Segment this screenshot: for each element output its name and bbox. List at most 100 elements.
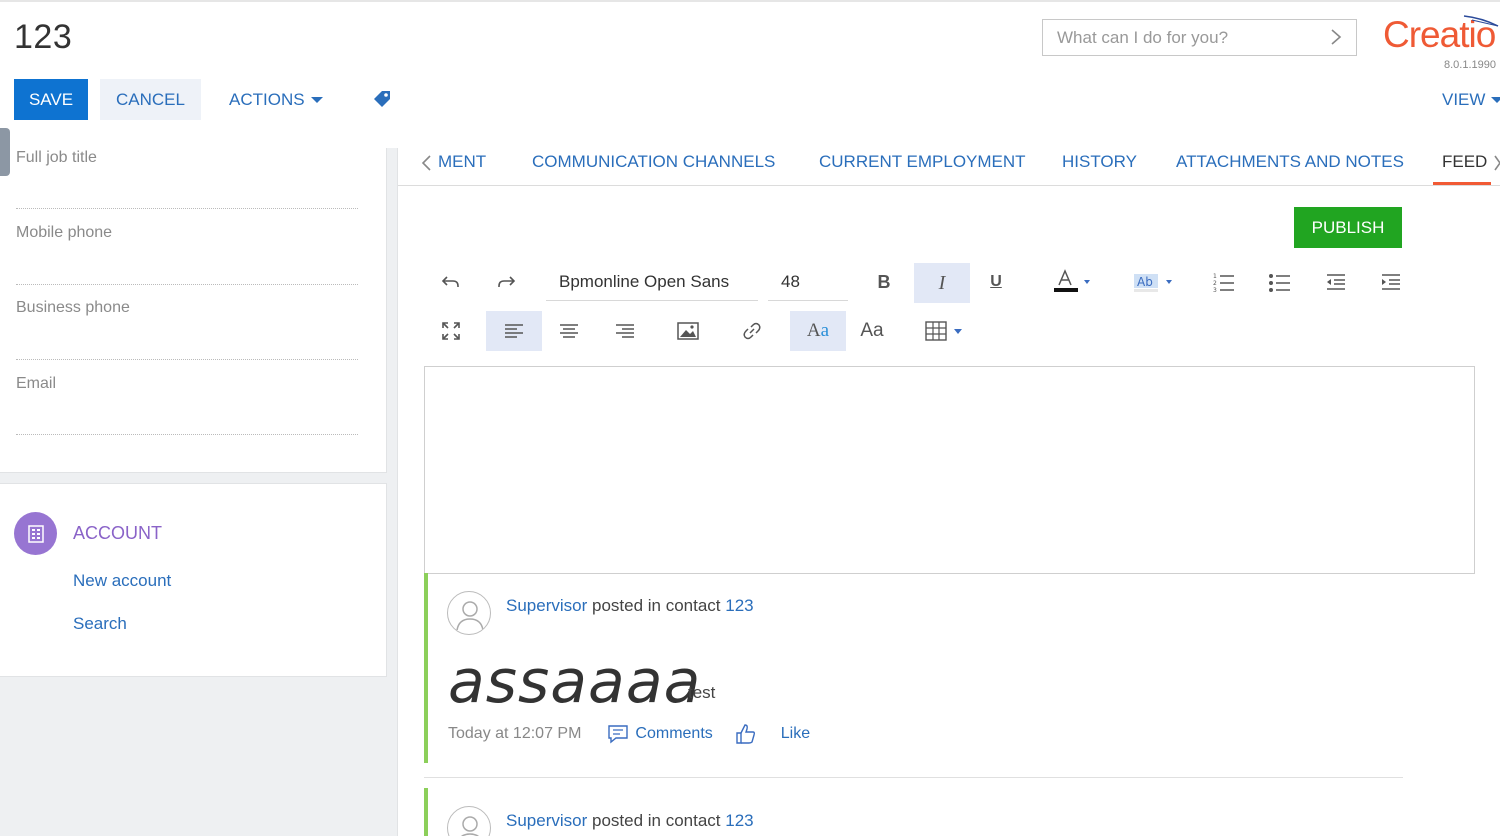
numbered-list-icon: 123: [1213, 273, 1234, 292]
like-link[interactable]: Like: [781, 725, 810, 743]
svg-text:2: 2: [1213, 280, 1217, 287]
contact-link[interactable]: 123: [725, 596, 753, 615]
cancel-button[interactable]: CANCEL: [100, 79, 201, 120]
search-input[interactable]: [1043, 20, 1313, 55]
underline-icon: U: [990, 273, 1002, 290]
save-button[interactable]: SAVE: [14, 79, 88, 120]
font-family-select[interactable]: Bpmonline Open Sans: [546, 263, 758, 301]
post-action: posted in contact: [592, 596, 721, 615]
business-phone-input[interactable]: [16, 359, 358, 360]
publish-button[interactable]: PUBLISH: [1294, 207, 1402, 248]
highlight-color-button[interactable]: Ab: [1122, 262, 1178, 302]
user-avatar-icon: [456, 601, 484, 631]
undo-icon: [441, 276, 459, 287]
insert-link-button[interactable]: [724, 311, 780, 351]
logo-swoosh-icon: [1463, 15, 1499, 27]
tab-current-employment[interactable]: CURRENT EMPLOYMENT: [819, 152, 1026, 172]
thumbs-up-icon[interactable]: [735, 723, 757, 745]
svg-text:3: 3: [1213, 287, 1217, 292]
chevron-right-icon[interactable]: [1494, 154, 1500, 172]
post-small-text: test: [688, 683, 716, 702]
search-account-link[interactable]: Search: [73, 614, 127, 634]
active-tab-indicator: [1433, 182, 1491, 185]
command-search-box[interactable]: [1042, 19, 1357, 56]
field-label-mobile-phone: Mobile phone: [16, 224, 113, 241]
view-label: VIEW: [1442, 89, 1486, 109]
clear-format-button[interactable]: Aa: [844, 311, 900, 351]
building-icon: [27, 524, 44, 543]
align-left-button[interactable]: [486, 311, 542, 351]
italic-icon: I: [938, 271, 946, 294]
align-center-button[interactable]: [541, 311, 597, 351]
bullet-list-icon: [1269, 274, 1290, 292]
insert-image-button[interactable]: [660, 311, 716, 351]
redo-icon: [498, 276, 516, 287]
numbered-list-button[interactable]: 123: [1196, 262, 1252, 302]
tab-communication-channels[interactable]: COMMUNICATION CHANNELS: [532, 152, 775, 172]
feed-post: Supervisor posted in contact 123 assaaaa…: [424, 573, 1403, 763]
author-link[interactable]: Supervisor: [506, 811, 587, 830]
contact-fields-card: Full job title Mobile phone Business pho…: [0, 148, 387, 473]
align-center-icon: [560, 324, 578, 338]
top-border: [0, 0, 1500, 2]
post-editor[interactable]: [424, 366, 1475, 574]
font-size-select[interactable]: 48: [768, 263, 848, 301]
account-card: ACCOUNT New account Search: [0, 483, 387, 677]
contact-link[interactable]: 123: [725, 811, 753, 830]
insert-table-button[interactable]: [918, 311, 974, 351]
bold-button[interactable]: B: [856, 262, 912, 302]
actions-button[interactable]: ACTIONS: [229, 79, 323, 120]
svg-text:1: 1: [1213, 273, 1217, 280]
align-left-icon: [505, 324, 523, 338]
post-big-text: assaaaa: [448, 647, 702, 717]
collapse-handle[interactable]: [0, 128, 10, 176]
italic-button[interactable]: I: [914, 263, 970, 303]
post-separator: [424, 777, 1403, 778]
expand-icon: [442, 322, 460, 340]
avatar[interactable]: [447, 591, 491, 635]
underline-button[interactable]: U: [968, 262, 1024, 302]
undo-button[interactable]: [423, 262, 479, 302]
caret-down-icon: [1491, 96, 1500, 103]
post-action: posted in contact: [592, 811, 721, 830]
tab-engagement[interactable]: MENT: [438, 152, 486, 172]
actions-label: ACTIONS: [229, 89, 305, 109]
fullscreen-button[interactable]: [423, 311, 479, 351]
view-button[interactable]: VIEW: [1442, 79, 1500, 120]
highlight-color-icon: Ab: [1134, 274, 1172, 292]
indent-button[interactable]: [1363, 262, 1419, 302]
avatar[interactable]: [447, 806, 491, 836]
tab-feed[interactable]: FEED: [1442, 152, 1487, 172]
post-footer: Today at 12:07 PM Comments Like: [448, 723, 810, 745]
link-icon: [743, 322, 761, 340]
post-header: Supervisor posted in contact 123: [506, 811, 754, 831]
font-color-icon: [1054, 269, 1090, 292]
account-title: ACCOUNT: [73, 523, 162, 543]
page-title: 123: [14, 18, 73, 56]
tag-icon[interactable]: [372, 89, 392, 109]
redo-button[interactable]: [478, 262, 534, 302]
job-title-input[interactable]: [16, 208, 358, 209]
version-label: 8.0.1.1990: [1444, 59, 1496, 71]
font-color-button[interactable]: [1040, 262, 1096, 302]
align-right-button[interactable]: [597, 311, 653, 351]
new-account-link[interactable]: New account: [73, 571, 171, 591]
chevron-left-icon[interactable]: [420, 154, 432, 172]
table-icon: [925, 321, 962, 341]
tab-attachments-and-notes[interactable]: ATTACHMENTS AND NOTES: [1176, 152, 1404, 172]
post-timestamp: Today at 12:07 PM: [448, 725, 582, 742]
user-avatar-icon: [461, 816, 479, 836]
mobile-phone-input[interactable]: [16, 284, 358, 285]
tabs-bar: MENT COMMUNICATION CHANNELS CURRENT EMPL…: [398, 148, 1500, 186]
text-style-button[interactable]: Aa: [790, 311, 846, 351]
comment-icon[interactable]: [607, 724, 629, 744]
chevron-right-icon[interactable]: [1328, 27, 1344, 47]
post-header: Supervisor posted in contact 123: [506, 596, 754, 616]
outdent-button[interactable]: [1308, 262, 1364, 302]
author-link[interactable]: Supervisor: [506, 596, 587, 615]
email-input[interactable]: [16, 434, 358, 435]
tab-history[interactable]: HISTORY: [1062, 152, 1137, 172]
indent-icon: [1382, 274, 1400, 290]
bullet-list-button[interactable]: [1252, 262, 1308, 302]
comments-link[interactable]: Comments: [635, 725, 712, 743]
